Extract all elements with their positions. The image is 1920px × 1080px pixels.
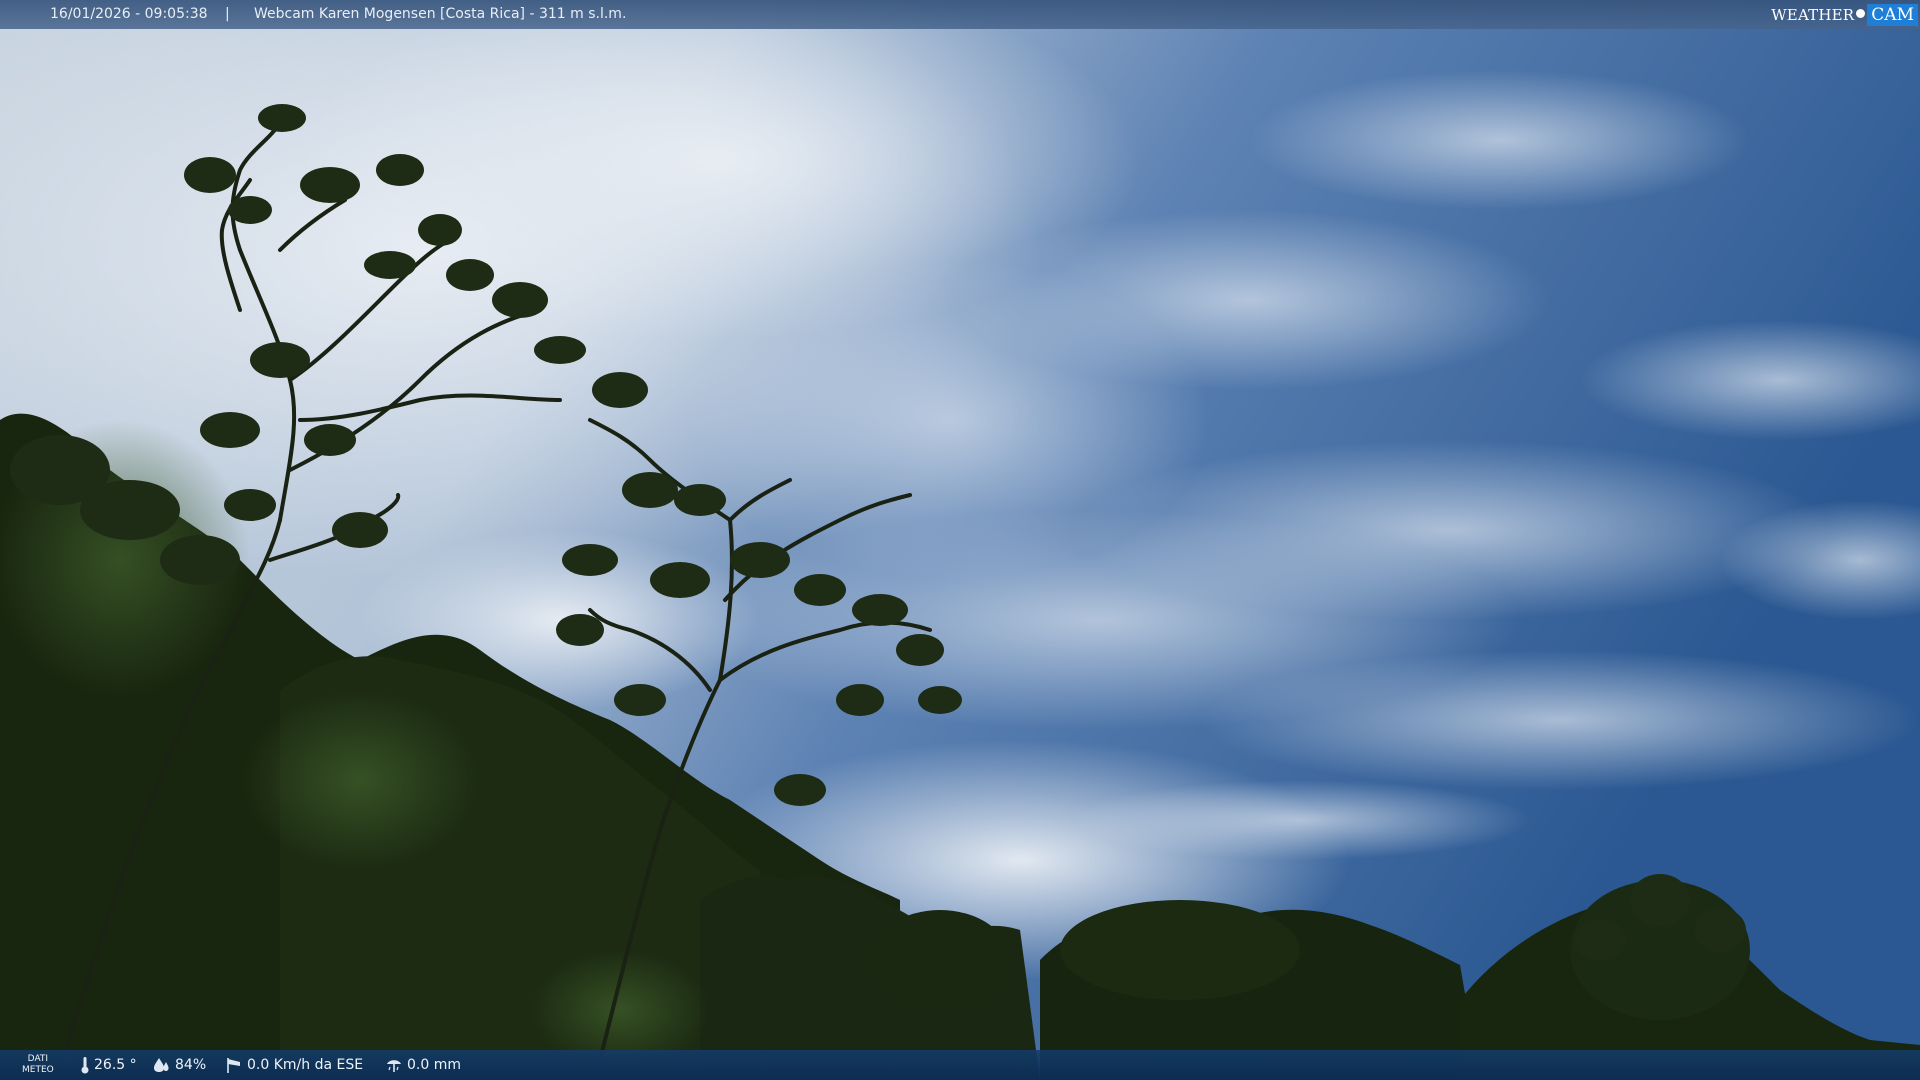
wind-sock-icon <box>227 1058 240 1073</box>
webcam-title: Webcam Karen Mogensen [Costa Rica] - 311… <box>254 6 627 22</box>
separator: | <box>225 6 230 22</box>
rain-reading: 0.0 mm <box>385 1050 461 1080</box>
weather-data-bar: DATI METEO 26.5 ° 84% 0.0 Km/h da ESE 0.… <box>0 1050 1920 1080</box>
temperature-reading: 26.5 ° <box>80 1050 137 1080</box>
webcam-image <box>0 0 1920 1080</box>
weathercam-logo: WEATHER CAM <box>1771 3 1918 27</box>
logo-text-weather: WEATHER <box>1771 5 1855 24</box>
logo-text-cam: CAM <box>1867 4 1918 26</box>
info-bar-top: 16/01/2026 - 09:05:38 | Webcam Karen Mog… <box>0 0 1920 29</box>
water-drop-icon <box>154 1058 169 1072</box>
weather-data-label: DATI METEO <box>22 1054 54 1076</box>
humidity-reading: 84% <box>153 1050 206 1080</box>
temperature-value: 26.5 ° <box>94 1057 137 1073</box>
wind-reading: 0.0 Km/h da ESE <box>225 1050 363 1080</box>
rain-value: 0.0 mm <box>407 1057 461 1073</box>
logo-dot-icon <box>1856 8 1866 18</box>
label-line-1: DATI <box>27 1054 49 1064</box>
thermometer-icon <box>81 1057 89 1074</box>
label-line-2: METEO <box>22 1065 54 1075</box>
rain-gauge-icon <box>387 1060 401 1072</box>
humidity-value: 84% <box>175 1057 207 1073</box>
timestamp: 16/01/2026 - 09:05:38 <box>50 6 208 22</box>
wind-value: 0.0 Km/h da ESE <box>247 1057 364 1073</box>
